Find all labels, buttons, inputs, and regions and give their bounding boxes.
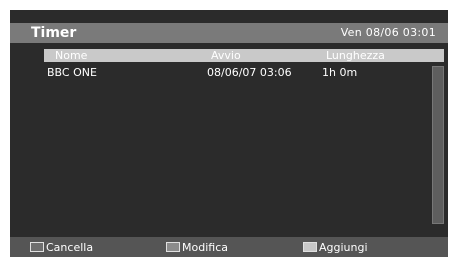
color-key-icon [166, 242, 180, 252]
title-bar: Timer Ven 08/06 03:01 [10, 23, 448, 43]
edit-label: Modifica [182, 241, 228, 254]
add-button[interactable]: Aggiungi [303, 241, 368, 254]
table-row[interactable]: BBC ONE 08/06/07 03:06 1h 0m [44, 66, 424, 79]
cancel-label: Cancella [46, 241, 94, 254]
cell-length: 1h 0m [322, 66, 358, 79]
current-datetime: Ven 08/06 03:01 [340, 26, 436, 39]
color-key-icon [30, 242, 44, 252]
column-header-name: Nome [55, 49, 88, 62]
cancel-button[interactable]: Cancella [30, 241, 93, 254]
table-header: Nome Avvio Lunghezza [44, 49, 444, 62]
footer-bar: Cancella Modifica Aggiungi [10, 237, 448, 257]
column-header-start: Avvio [211, 49, 241, 62]
cell-name: BBC ONE [47, 66, 97, 79]
cell-start: 08/06/07 03:06 [207, 66, 292, 79]
add-label: Aggiungi [319, 241, 368, 254]
scrollbar[interactable] [432, 66, 444, 224]
page-title: Timer [31, 25, 77, 41]
column-header-length: Lunghezza [326, 49, 385, 62]
tv-screen: Timer Ven 08/06 03:01 Nome Avvio Lunghez… [10, 10, 448, 257]
edit-button[interactable]: Modifica [166, 241, 228, 254]
color-key-icon [303, 242, 317, 252]
